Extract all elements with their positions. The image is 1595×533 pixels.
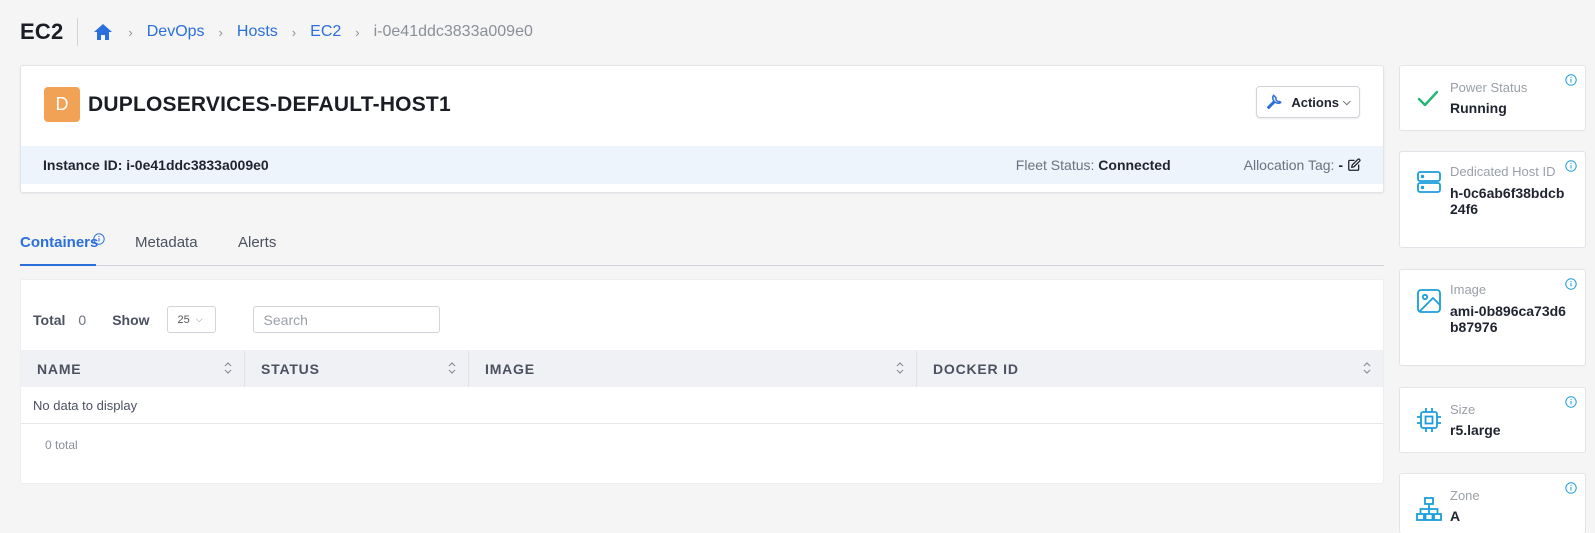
network-icon	[1416, 496, 1442, 527]
zone-label: Zone	[1450, 488, 1480, 503]
page-size-select[interactable]: 25 ⌵	[166, 306, 216, 333]
size-label: Size	[1450, 402, 1476, 417]
column-header-image[interactable]: IMAGE	[469, 350, 917, 387]
breadcrumb-current: i-0e41ddc3833a009e0	[373, 23, 533, 40]
info-icon[interactable]	[1565, 73, 1577, 91]
total-count: 0	[78, 311, 87, 328]
column-header-status[interactable]: STATUS	[245, 350, 469, 387]
breadcrumb-hosts[interactable]: Hosts	[237, 23, 278, 41]
allocation-tag-value: -	[1338, 157, 1343, 173]
sort-icon[interactable]	[448, 361, 456, 378]
title-divider	[77, 18, 79, 46]
breadcrumb-separator: ›	[291, 24, 297, 40]
active-tab-indicator	[20, 264, 96, 266]
breadcrumb-separator: ›	[355, 24, 360, 40]
tab-alerts[interactable]: Alerts	[238, 234, 276, 251]
allocation-tag: Allocation Tag: -	[1244, 157, 1361, 173]
tab-bar: Containers Metadata Alerts	[20, 222, 1384, 266]
actions-button[interactable]: Actions ⌵	[1256, 86, 1360, 118]
power-status-card: Power Status Running	[1399, 65, 1586, 131]
home-icon[interactable]	[92, 21, 114, 43]
sort-icon[interactable]	[224, 361, 232, 378]
allocation-tag-label: Allocation Tag:	[1243, 157, 1335, 173]
column-header-label: DOCKER ID	[933, 360, 1019, 377]
total-label: Total	[33, 311, 66, 328]
zone-value: A	[1450, 508, 1461, 524]
chevron-down-icon: ⌵	[1343, 96, 1351, 108]
table-footer-total: 0 total	[45, 438, 78, 452]
edit-icon[interactable]	[1347, 158, 1361, 172]
wrench-icon	[1265, 93, 1283, 111]
host-name: DUPLOSERVICES-DEFAULT-HOST1	[88, 92, 451, 116]
info-icon[interactable]	[1565, 395, 1577, 413]
tab-containers[interactable]: Containers	[20, 233, 105, 251]
image-icon	[1416, 288, 1442, 319]
breadcrumb-ec2[interactable]: EC2	[310, 23, 341, 41]
breadcrumb: › DevOps › Hosts › EC2 › i-0e41ddc3833a0…	[92, 21, 533, 43]
chevron-down-icon: ⌵	[195, 314, 203, 324]
power-status-value: Running	[1450, 100, 1507, 116]
fleet-status-value: Connected	[1098, 157, 1171, 173]
image-value: ami-0b896ca73d6b87976	[1450, 303, 1566, 335]
column-header-docker-id[interactable]: DOCKER ID	[917, 350, 1383, 387]
page-title: EC2	[20, 19, 64, 44]
dedicated-host-value: h-0c6ab6f38bdcb24f6	[1450, 185, 1565, 217]
server-icon	[1416, 169, 1442, 200]
tab-containers-label: Containers	[20, 234, 99, 251]
column-header-name[interactable]: NAME	[21, 350, 245, 387]
page-size-value: 25	[177, 313, 190, 326]
check-icon	[1416, 88, 1440, 115]
info-icon[interactable]	[1565, 481, 1577, 499]
tab-metadata[interactable]: Metadata	[135, 234, 198, 251]
empty-table-message: No data to display	[21, 387, 1383, 424]
containers-table-card: Total 0 Show 25 ⌵ NAME STATUS IMAGE DOCK…	[20, 279, 1384, 484]
table-header: NAME STATUS IMAGE DOCKER ID	[21, 350, 1383, 387]
breadcrumb-devops[interactable]: DevOps	[147, 23, 205, 41]
breadcrumb-separator: ›	[218, 24, 223, 40]
image-label: Image	[1450, 282, 1487, 297]
cpu-icon	[1416, 407, 1442, 438]
info-icon[interactable]	[1565, 159, 1577, 177]
image-card: Image ami-0b896ca73d6b87976	[1399, 269, 1586, 366]
table-controls: Total 0 Show 25 ⌵	[33, 306, 440, 333]
column-header-label: STATUS	[261, 360, 320, 377]
host-card: D DUPLOSERVICES-DEFAULT-HOST1 Actions ⌵ …	[20, 65, 1384, 193]
dedicated-host-card: Dedicated Host ID h-0c6ab6f38bdcb24f6	[1399, 151, 1586, 248]
sort-icon[interactable]	[896, 361, 904, 378]
column-header-label: NAME	[37, 360, 82, 377]
search-input[interactable]	[252, 306, 440, 333]
column-header-label: IMAGE	[485, 360, 535, 377]
info-icon[interactable]	[93, 232, 105, 249]
breadcrumb-separator: ›	[128, 24, 133, 40]
power-status-label: Power Status	[1450, 80, 1528, 95]
fleet-status: Fleet Status: Connected	[1016, 157, 1171, 173]
info-icon[interactable]	[1565, 277, 1577, 295]
size-value: r5.large	[1450, 422, 1501, 438]
avatar: D	[44, 87, 80, 122]
fleet-status-label: Fleet Status:	[1015, 157, 1095, 173]
instance-id: Instance ID: i-0e41ddc3833a009e0	[43, 157, 269, 173]
host-info-strip: Instance ID: i-0e41ddc3833a009e0 Fleet S…	[21, 146, 1383, 184]
sort-icon[interactable]	[1363, 361, 1371, 378]
host-header: D DUPLOSERVICES-DEFAULT-HOST1	[44, 87, 451, 122]
size-card: Size r5.large	[1399, 387, 1586, 453]
zone-card: Zone A	[1399, 473, 1586, 533]
dedicated-host-label: Dedicated Host ID	[1450, 164, 1556, 179]
top-bar: EC2 › DevOps › Hosts › EC2 › i-0e41ddc38…	[20, 16, 533, 48]
actions-label: Actions	[1291, 94, 1340, 110]
show-label: Show	[112, 311, 150, 328]
